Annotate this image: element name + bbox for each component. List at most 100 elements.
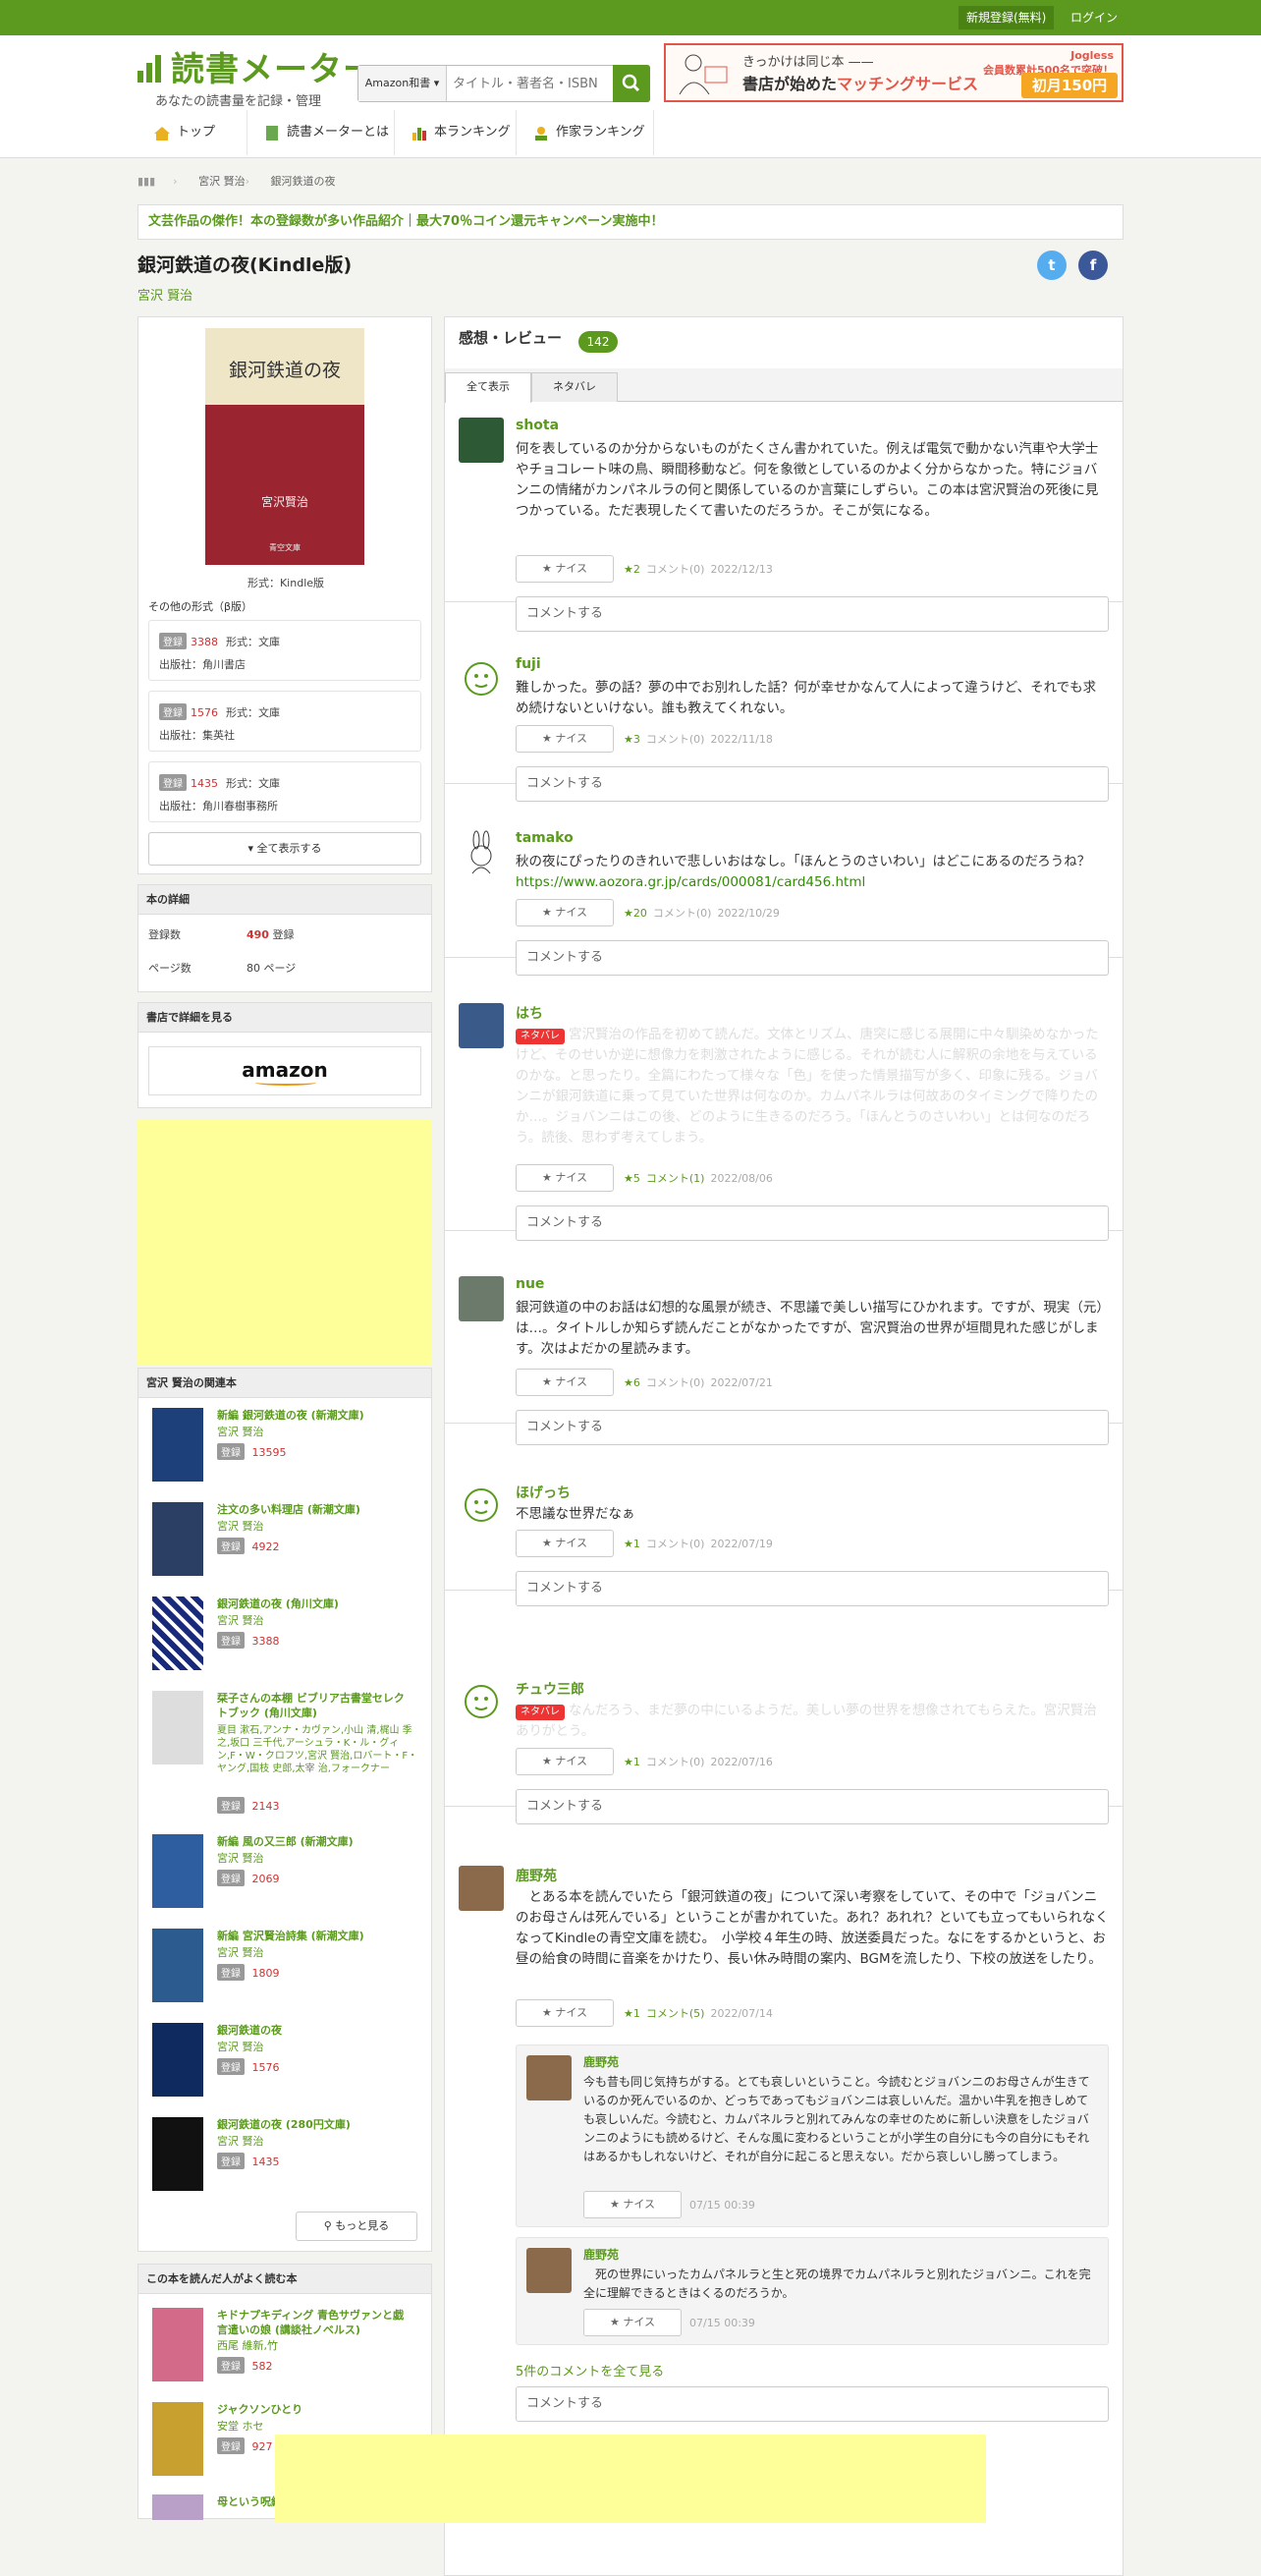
nav-about[interactable]: 読書メーターとは bbox=[247, 110, 395, 155]
signup-link[interactable]: 新規登録(無料) bbox=[959, 6, 1055, 29]
nav-author-ranking[interactable]: 作家ランキング bbox=[517, 110, 654, 155]
nav-top[interactable]: トップ bbox=[137, 110, 247, 155]
edition-item[interactable]: 登録 3388 形式：文庫 出版社：角川書店 bbox=[148, 620, 421, 681]
more-related-button[interactable]: ⚲ もっと見る bbox=[296, 2212, 417, 2241]
review-item: nue 銀河鉄道の中のお話は幻想的な風景が続き、不思議で美しい描写にひかれます。… bbox=[445, 1276, 1123, 1445]
review-user[interactable]: はち bbox=[516, 1003, 543, 1023]
top-bar: 新規登録(無料) ログイン bbox=[0, 0, 1261, 35]
related-book-item[interactable]: 新編 宮沢賢治詩集 (新潮文庫) 宮沢 賢治 登録 1809 bbox=[138, 1925, 431, 2019]
related-book-item[interactable]: 注文の多い料理店 (新潮文庫) 宮沢 賢治 登録 4922 bbox=[138, 1498, 431, 1593]
related-book-item[interactable]: 銀河鉄道の夜 (角川文庫) 宮沢 賢治 登録 3388 bbox=[138, 1593, 431, 1687]
review-meta: ★ ナイス ★6 コメント(0) 2022/07/21 bbox=[516, 1369, 773, 1398]
review-item: はち ネタバレ 宮沢賢治の作品を初めて読んだ。文体とリズム、唐突に感じる展開に中々… bbox=[445, 1003, 1123, 1241]
nice-button[interactable]: ★ ナイス bbox=[583, 2191, 682, 2218]
ad-banner-matching[interactable]: きっかけは同じ本 —— 書店が始めたマッチングサービス Jogless 会員数累計… bbox=[664, 43, 1124, 102]
related-book-item[interactable]: 銀河鉄道の夜 宮沢 賢治 登録 1576 bbox=[138, 2019, 431, 2113]
review-item: fuji 難しかった。夢の話？夢の中でお別れした話？何が幸せかなんて人によって違… bbox=[445, 656, 1123, 802]
review-item: 鹿野苑 とある本を読んでいたら「銀河鉄道の夜」について深い考察をしていて、その中… bbox=[445, 1866, 1123, 2422]
comment-count[interactable]: コメント(0) bbox=[646, 1374, 705, 1390]
review-user[interactable]: ほげっち bbox=[516, 1483, 571, 1502]
nice-button[interactable]: ★ ナイス bbox=[516, 1530, 614, 1557]
show-all-formats-button[interactable]: ▾ 全て表示する bbox=[148, 832, 421, 866]
related-book-item[interactable]: 銀河鉄道の夜 (280円文庫) 宮沢 賢治 登録 1435 bbox=[138, 2113, 431, 2208]
review-user[interactable]: shota bbox=[516, 418, 559, 433]
nice-count: ★1 bbox=[624, 2006, 640, 2020]
edition-item[interactable]: 登録 1576 形式：文庫 出版社：集英社 bbox=[148, 691, 421, 752]
rabbit-avatar-icon[interactable] bbox=[459, 830, 504, 875]
book-format: 形式：Kindle版 bbox=[247, 577, 325, 589]
user-avatar[interactable] bbox=[526, 2248, 572, 2293]
review-text: 秋の夜にぴったりのきれいで悲しいおはなし。「ほんとうのさいわい」はどこにあるのだ… bbox=[516, 854, 1104, 890]
details-heading: 本の詳細 bbox=[138, 885, 431, 915]
comment-count[interactable]: コメント(1) bbox=[646, 1170, 705, 1186]
user-avatar[interactable] bbox=[459, 1866, 504, 1911]
facebook-share-icon[interactable]: f bbox=[1078, 251, 1108, 280]
edition-item[interactable]: 登録 1435 形式：文庫 出版社：角川春樹事務所 bbox=[148, 761, 421, 822]
user-avatar[interactable] bbox=[526, 2055, 572, 2100]
tab-spoiler[interactable]: ネタバレ bbox=[531, 372, 618, 402]
reply-user[interactable]: 鹿野苑 bbox=[583, 2053, 619, 2070]
comment-count[interactable]: コメント(0) bbox=[646, 1536, 705, 1551]
search-input[interactable] bbox=[453, 66, 610, 101]
comment-input[interactable]: コメントする bbox=[516, 1410, 1109, 1445]
related-book-item[interactable]: 栞子さんの本棚 ビブリア古書堂セレクトブック (角川文庫) 夏目 漱石,アンナ・… bbox=[138, 1687, 431, 1830]
review-date: 2022/07/14 bbox=[710, 2006, 773, 2020]
reg-count-row: 登録数 490 登録 bbox=[148, 928, 295, 941]
comment-input[interactable]: コメントする bbox=[516, 2386, 1109, 2422]
twitter-share-icon[interactable]: t bbox=[1037, 251, 1067, 280]
user-avatar[interactable] bbox=[459, 1276, 504, 1321]
comment-count[interactable]: コメント(0) bbox=[646, 731, 705, 747]
comment-count[interactable]: コメント(0) bbox=[646, 1754, 705, 1769]
review-user[interactable]: tamako bbox=[516, 830, 574, 846]
reply-user[interactable]: 鹿野苑 bbox=[583, 2246, 619, 2263]
nice-button[interactable]: ★ ナイス bbox=[516, 725, 614, 753]
related-book-item[interactable]: 新編 銀河鉄道の夜 (新潮文庫) 宮沢 賢治 登録 13595 bbox=[138, 1404, 431, 1498]
search-button[interactable] bbox=[613, 65, 650, 102]
search-category-select[interactable]: Amazon和書 ▾ bbox=[358, 66, 447, 101]
review-user[interactable]: チュウ三郎 bbox=[516, 1679, 584, 1699]
book-cover[interactable]: 銀河鉄道の夜 宮沢賢治 青空文庫 bbox=[205, 328, 364, 565]
user-avatar[interactable] bbox=[459, 1003, 504, 1048]
user-avatar[interactable] bbox=[459, 418, 504, 463]
nice-button[interactable]: ★ ナイス bbox=[516, 1369, 614, 1396]
amazon-link[interactable]: amazon bbox=[148, 1046, 421, 1095]
comment-input[interactable]: コメントする bbox=[516, 1789, 1109, 1824]
nav-book-ranking[interactable]: 本ランキング bbox=[395, 110, 517, 155]
nice-button[interactable]: ★ ナイス bbox=[516, 1999, 614, 2027]
review-item: ほげっち 不思議な世界だなぁ ★ ナイス ★1 コメント(0) 2022/07/19 … bbox=[445, 1483, 1123, 1606]
default-avatar-icon[interactable] bbox=[459, 1679, 504, 1724]
comment-count[interactable]: コメント(0) bbox=[646, 561, 705, 577]
nice-button[interactable]: ★ ナイス bbox=[583, 2309, 682, 2336]
nice-button[interactable]: ★ ナイス bbox=[516, 1164, 614, 1192]
comment-input[interactable]: コメントする bbox=[516, 766, 1109, 802]
comment-input[interactable]: コメントする bbox=[516, 596, 1109, 632]
login-link[interactable]: ログイン bbox=[1063, 6, 1125, 29]
comment-input[interactable]: コメントする bbox=[516, 1571, 1109, 1606]
review-user[interactable]: 鹿野苑 bbox=[516, 1866, 557, 1885]
tab-all[interactable]: 全て表示 bbox=[445, 372, 531, 403]
nice-button[interactable]: ★ ナイス bbox=[516, 555, 614, 583]
nice-count: ★5 bbox=[624, 1171, 640, 1185]
show-all-comments-link[interactable]: 5件のコメントを全て見る bbox=[516, 2361, 664, 2380]
default-avatar-icon[interactable] bbox=[459, 1483, 504, 1528]
review-text: 銀河鉄道の中のお話は幻想的な風景が続き、不思議で美しい描写にひかれます。ですが、… bbox=[516, 1300, 1104, 1357]
default-avatar-icon[interactable] bbox=[459, 656, 504, 701]
nice-button[interactable]: ★ ナイス bbox=[516, 1748, 614, 1775]
review-link[interactable]: https://www.aozora.gr.jp/cards/000081/ca… bbox=[516, 874, 865, 890]
comment-input[interactable]: コメントする bbox=[516, 1205, 1109, 1241]
nice-button[interactable]: ★ ナイス bbox=[516, 899, 614, 926]
breadcrumb-author[interactable]: 宮沢 賢治 bbox=[198, 175, 246, 188]
comment-input[interactable]: コメントする bbox=[516, 940, 1109, 976]
review-user[interactable]: fuji bbox=[516, 656, 541, 672]
book-info-box: 銀河鉄道の夜 宮沢賢治 青空文庫 形式：Kindle版 その他の形式（β版） 登… bbox=[137, 316, 432, 874]
review-user[interactable]: nue bbox=[516, 1276, 544, 1292]
bottom-ad-slot bbox=[275, 2435, 986, 2523]
comment-count[interactable]: コメント(0) bbox=[653, 905, 712, 921]
book-author-link[interactable]: 宮沢 賢治 bbox=[137, 285, 192, 304]
spoiler-badge: ネタバレ bbox=[516, 1705, 565, 1720]
related-book-item[interactable]: 新編 風の又三郎 (新潮文庫) 宮沢 賢治 登録 2069 bbox=[138, 1830, 431, 1925]
comment-count[interactable]: コメント(5) bbox=[646, 2005, 705, 2021]
campaign-banner[interactable]: 文芸作品の傑作！本の登録数が多い作品紹介｜最大70％コイン還元キャンペーン実施中… bbox=[137, 204, 1124, 240]
breadcrumb-home-icon[interactable]: ▮▮▮ bbox=[137, 175, 155, 188]
also-read-item[interactable]: キドナプキディング 青色サヴァンと戯言遣いの娘 (講談社ノベルス) 西尾 維新,… bbox=[138, 2304, 431, 2398]
